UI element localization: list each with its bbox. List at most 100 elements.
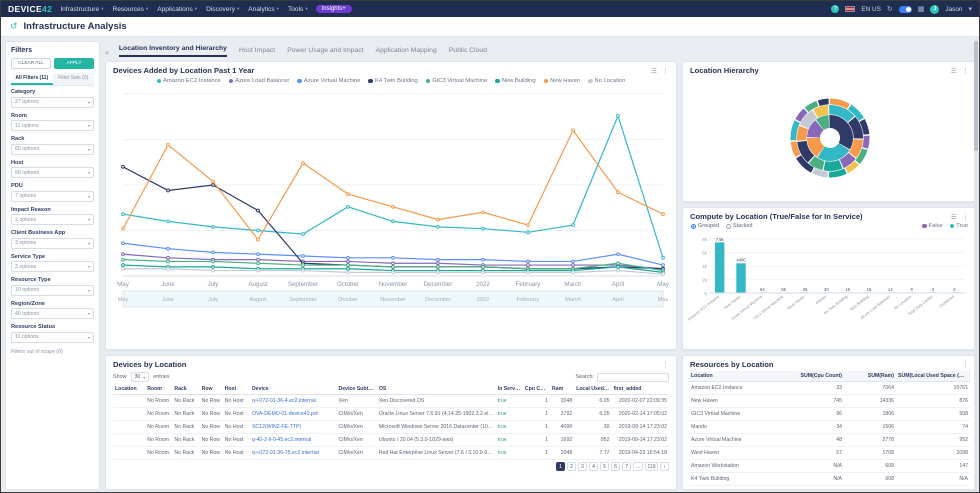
help-icon[interactable]: ? — [831, 5, 840, 13]
table-row[interactable]: Azure Virtual Machine 48 2778 952 — [689, 433, 970, 447]
hamburger-icon[interactable]: ☰ — [951, 213, 957, 221]
table-row[interactable]: No Room No Rack No Row No Host q-i-072-01-36… — [113, 394, 669, 408]
filter-tab-filter-sets-0[interactable]: Filter Sets (0) — [52, 73, 94, 85]
page-button-119[interactable]: 119 — [645, 462, 658, 471]
bar-chart-svg[interactable]: 0 2k 4k 6k 8k 7.5k Amazon EC2 Instance 4400 New … — [687, 229, 972, 345]
table-row[interactable]: No Room No Rack No Row No Host SC12(WIN2-FE-… — [113, 420, 669, 434]
hamburger-icon[interactable]: ☰ — [651, 67, 657, 75]
column-header-ram[interactable]: Ram↕ — [550, 384, 575, 395]
filter-tab-all-filters-11[interactable]: All Filters (11) — [11, 73, 53, 85]
column-header-sum-local-used-space-gb[interactable]: SUM(Local Used Space (GB)) — [896, 371, 970, 382]
column-header-local-used-space-gb[interactable]: Local Used Space (GB)↕ — [574, 384, 612, 395]
kebab-icon[interactable]: ⋮ — [962, 67, 969, 75]
tab-location-inventory-and-hierarchy[interactable]: Location Inventory and Hierarchy — [118, 43, 227, 57]
nav-item-resources[interactable]: Resources ▾ — [112, 6, 148, 13]
column-header-host[interactable]: Host↕ — [222, 384, 250, 395]
legend-item-azure-load-balancer[interactable]: Azure Load Balancer — [228, 78, 289, 84]
apps-grid-icon[interactable]: ▦ — [918, 5, 925, 13]
column-header-cpu-count[interactable]: Cpu Count↕ — [522, 384, 551, 395]
page-button-6[interactable]: 6 — [611, 462, 621, 471]
column-header-sum-cpu-count[interactable]: SUM(Cpu Count) — [789, 371, 844, 382]
search-input[interactable] — [597, 372, 669, 382]
tab-application-mapping[interactable]: Application Mapping — [376, 45, 437, 57]
legend-item-amazon-ec2-instance[interactable]: Amazon EC2 Instance — [156, 78, 221, 84]
tab-public-cloud[interactable]: Public Cloud — [449, 45, 487, 57]
next-page-icon[interactable]: › — [660, 462, 669, 471]
legend-item-gic3-virtual-machine[interactable]: GIC3 Virtual Machine — [425, 78, 487, 84]
column-header-rack[interactable]: Rack↕ — [172, 384, 200, 395]
device42-logo[interactable]: DEVICE 42 — [8, 4, 52, 14]
entries-select[interactable]: 30 ▾ — [130, 372, 150, 382]
table-row[interactable]: New Haven 745 14336 876 — [689, 394, 970, 408]
legend-item-new-haven[interactable]: New Haven — [543, 78, 580, 84]
table-row[interactable]: Amazon Workstation N/A 608 147 — [689, 459, 970, 473]
table-row[interactable]: West Haven 57 1708 1098 — [689, 446, 970, 460]
apply-button[interactable]: APPLY — [54, 58, 94, 69]
column-header-location[interactable]: Location — [689, 371, 789, 382]
table-row[interactable]: No Room No Rack No Row No Host OVA-DEMO-01.d… — [113, 407, 669, 421]
table-row[interactable]: No Room No Rack No Row No Host q-40-2-li-0-4… — [113, 433, 669, 447]
table-cell[interactable]: q-i-072-01-36-75.ec2.internal — [249, 446, 337, 460]
filter-select[interactable]: 11 options ▾ — [11, 331, 94, 343]
scrollbar[interactable] — [974, 39, 978, 491]
table-row[interactable]: Mando 34 1506 74 — [689, 420, 970, 434]
scrollbar-thumb[interactable] — [974, 41, 978, 151]
legend-item-new-building[interactable]: New Building — [495, 78, 536, 84]
column-header-os[interactable]: OS↕ — [376, 384, 496, 395]
column-header-location[interactable]: Location↕ — [113, 384, 146, 395]
mode-radio-grouped[interactable]: Grouped — [691, 223, 719, 229]
table-cell[interactable]: q-i-072-01-36-4.ec2.internal — [249, 394, 337, 408]
column-header-device[interactable]: Device↕ — [249, 384, 337, 395]
table-cell[interactable]: SC12(WIN2-FE-TTP) — [249, 420, 337, 434]
page-button-2[interactable]: 2 — [567, 462, 577, 471]
sunburst-chart-svg[interactable] — [770, 79, 890, 197]
line-chart-svg[interactable]: May June July August September October Novembe… — [111, 86, 671, 322]
filter-select[interactable]: 60 options ▾ — [11, 143, 94, 155]
filters-out-of-scope[interactable]: Filters out of scope (0) — [11, 349, 94, 355]
hamburger-icon[interactable]: ☰ — [951, 67, 957, 75]
table-cell[interactable]: OVA-DEMO-01.device42.pvt — [249, 407, 337, 421]
filter-select[interactable]: 2 options ▾ — [11, 214, 94, 225]
page-button-5[interactable]: 5 — [600, 462, 610, 471]
refresh-icon[interactable]: ↻ — [887, 5, 893, 13]
legend-item-true[interactable]: True — [949, 223, 968, 229]
table-row[interactable]: GIC3 Virtual Machine 96 1806 508 — [689, 407, 970, 421]
theme-toggle[interactable] — [898, 5, 912, 13]
table-row[interactable]: New Building10608N/A — [689, 485, 970, 489]
filter-select[interactable]: 58 options ▾ — [11, 167, 94, 178]
tab-power-usage-and-impact[interactable]: Power Usage and Impact — [287, 45, 363, 57]
collapse-filters-icon[interactable]: « — [105, 50, 109, 57]
table-cell[interactable]: q-40-2-li-0-45.ec2.internal — [249, 433, 337, 447]
column-header-sum-ram[interactable]: SUM(Ram) — [844, 371, 896, 382]
page-button-4[interactable]: 4 — [589, 462, 599, 471]
nav-item-analytics[interactable]: Analytics ▾ — [248, 6, 279, 13]
page-button-3[interactable]: 3 — [578, 462, 588, 471]
column-header-room[interactable]: Room↕ — [145, 384, 173, 395]
kebab-icon[interactable]: ⋮ — [662, 67, 669, 75]
column-header-in-service[interactable]: In Service↕ — [495, 384, 523, 395]
legend-item-azure-virtual-machine[interactable]: Azure Virtual Machine — [297, 78, 360, 84]
filter-select[interactable]: 11 options ▾ — [11, 120, 94, 131]
filter-select[interactable]: 3 options ▾ — [11, 237, 94, 249]
page-button-…[interactable]: … — [633, 462, 644, 471]
tab-host-impact[interactable]: Host Impact — [239, 45, 275, 57]
clear-all-button[interactable]: CLEAR ALL — [11, 58, 51, 69]
table-row[interactable]: K4 Twin Building N/A 608 N/A — [689, 472, 970, 486]
nav-item-tools[interactable]: Tools ▾ — [288, 6, 308, 13]
filter-select[interactable]: 7 options ▾ — [11, 190, 94, 202]
avatar[interactable]: J — [930, 4, 940, 14]
nav-item-infrastructure[interactable]: Infrastructure ▾ — [60, 6, 103, 13]
column-header-device-subtype[interactable]: Device Subtype↕ — [336, 384, 377, 395]
back-icon[interactable]: ↺ — [10, 21, 18, 32]
nav-item-applications[interactable]: Applications ▾ — [157, 6, 197, 13]
kebab-icon[interactable]: ⋮ — [962, 361, 969, 369]
user-menu[interactable]: Jason — [945, 6, 962, 13]
page-button-7[interactable]: 7 — [622, 462, 632, 471]
legend-item-false[interactable]: False — [922, 223, 943, 229]
filter-select[interactable]: 10 options ▾ — [11, 284, 94, 296]
legend-item-no-location[interactable]: No Location — [588, 78, 625, 84]
mode-radio-stacked[interactable]: Stacked — [725, 223, 752, 229]
language-selector[interactable]: EN US — [861, 6, 881, 13]
column-header-row[interactable]: Row↕ — [199, 384, 223, 395]
legend-item-k4-twin-building[interactable]: K4 Twin Building — [368, 78, 418, 84]
